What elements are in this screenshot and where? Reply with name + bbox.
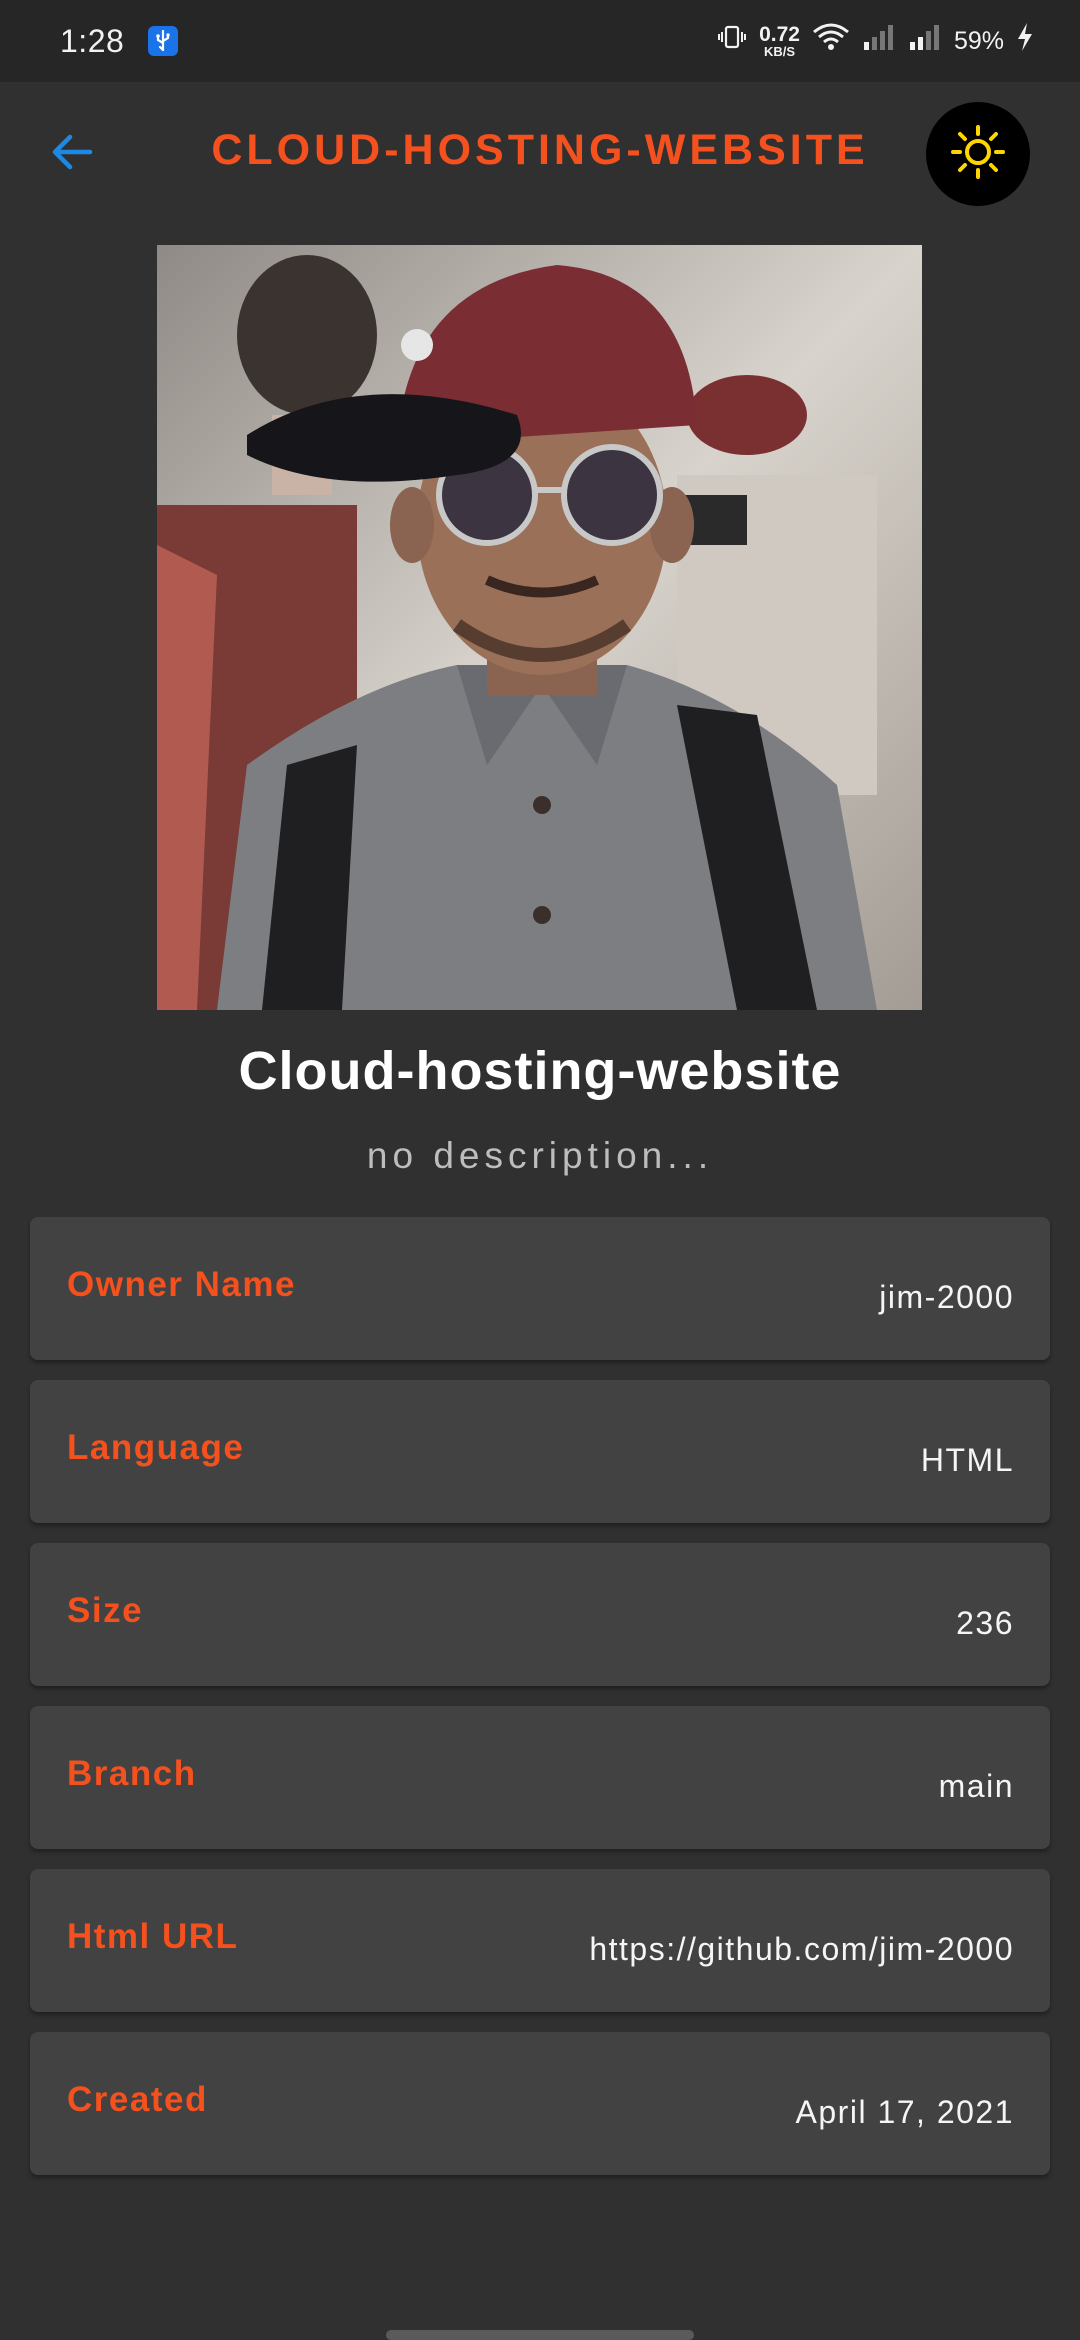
repo-description: no description...	[366, 1135, 714, 1176]
detail-label: Branch	[67, 1754, 197, 1793]
page-title: CLOUD-HOSTING-WEBSITE	[211, 126, 869, 174]
detail-label: Html URL	[67, 1917, 239, 1956]
owner-avatar	[157, 245, 922, 1010]
repo-name: Cloud-hosting-website	[238, 1041, 842, 1101]
battery-percent: 59%	[953, 26, 1004, 55]
charging-icon	[1016, 22, 1034, 60]
detail-label: Created	[67, 2080, 208, 2119]
detail-card-html-url[interactable]: Html URL https://github.com/jim-2000	[30, 1869, 1050, 2012]
signal-icon-sim1	[862, 22, 896, 60]
detail-card-language: Language HTML	[30, 1380, 1050, 1523]
repo-details-list: Owner Name jim-2000 Language HTML Size 2…	[30, 1217, 1050, 2195]
detail-card-owner-name: Owner Name jim-2000	[30, 1217, 1050, 1360]
status-time: 1:28	[60, 22, 125, 59]
detail-value: HTML	[920, 1442, 1014, 1478]
net-speed: 0.72 KB/S	[759, 24, 800, 58]
detail-value: jim-2000	[879, 1279, 1014, 1315]
back-button[interactable]	[40, 122, 104, 186]
detail-card-size: Size 236	[30, 1543, 1050, 1686]
detail-label: Language	[67, 1428, 245, 1467]
detail-value: main	[938, 1768, 1014, 1804]
vibrate-icon	[717, 22, 747, 60]
sun-icon	[948, 122, 1008, 187]
detail-label: Size	[67, 1591, 144, 1630]
status-bar: 1:28 0.72 KB/S 59%	[0, 0, 1080, 82]
signal-icon-sim2	[908, 22, 942, 60]
net-speed-value: 0.72	[759, 23, 800, 46]
html-url-link[interactable]: https://github.com/jim-2000	[589, 1931, 1014, 1968]
detail-card-branch: Branch main	[30, 1706, 1050, 1849]
arrow-back-icon	[48, 128, 96, 181]
detail-value: 236	[956, 1605, 1014, 1641]
net-speed-unit: KB/S	[763, 44, 796, 59]
detail-label: Owner Name	[67, 1265, 296, 1304]
detail-card-created: Created April 17, 2021	[30, 2032, 1050, 2175]
gesture-nav-bar[interactable]	[386, 2330, 694, 2340]
usb-icon	[148, 26, 179, 56]
app-bar: CLOUD-HOSTING-WEBSITE	[0, 82, 1080, 222]
theme-toggle-button[interactable]	[926, 102, 1030, 206]
wifi-icon	[812, 22, 850, 60]
detail-value: April 17, 2021	[795, 2094, 1014, 2130]
